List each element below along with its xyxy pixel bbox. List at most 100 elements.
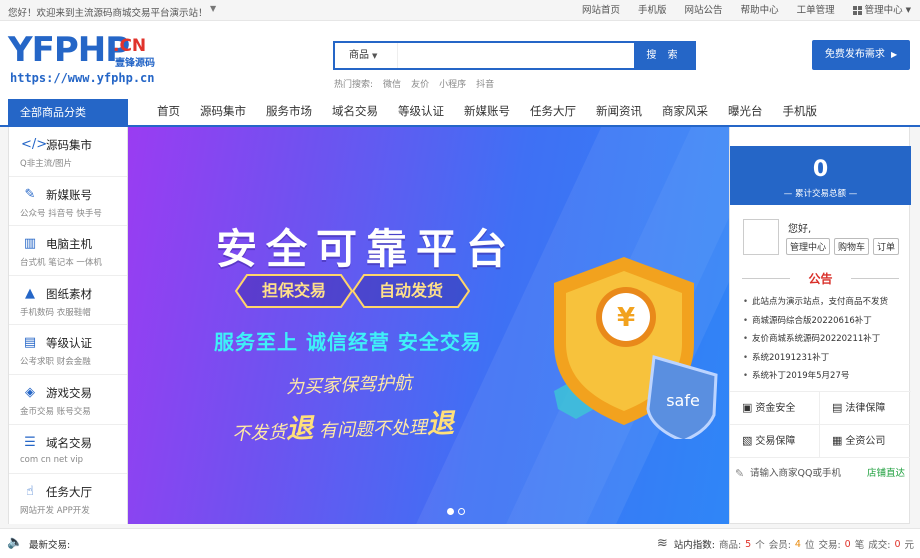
manage-label: 管理中心: [864, 5, 903, 16]
hot-link[interactable]: 友价: [411, 77, 429, 90]
nav-item-service[interactable]: 服务市场: [256, 96, 322, 127]
goods-unit: 个: [755, 540, 765, 551]
search-category-select[interactable]: 商品 ▼: [335, 43, 397, 68]
publish-demand-button[interactable]: 免费发布需求 ▶: [812, 40, 910, 70]
nav-item-home[interactable]: 首页: [147, 96, 190, 127]
cert-icon: ▤: [23, 335, 37, 351]
nav-item-news[interactable]: 新闻资讯: [586, 96, 652, 127]
notice-item[interactable]: 系统补丁2019年5月27号: [742, 367, 907, 386]
nav-item-cert[interactable]: 等级认证: [388, 96, 454, 127]
trade-total-card: 0 — 累计交易总额 —: [730, 146, 911, 205]
guarantee-trade[interactable]: ▧ 交易保障: [730, 425, 820, 458]
avatar[interactable]: [743, 219, 779, 255]
user-buttons: 管理中心 购物车 订单: [786, 238, 900, 255]
welcome-text: 您好！欢迎来到主流源码商城交易平台演示站！: [8, 8, 208, 19]
carousel-dot[interactable]: [447, 508, 454, 515]
nav-item-domain[interactable]: 域名交易: [322, 96, 388, 127]
notice-item[interactable]: 此站点为演示站点，支付商品不发货: [742, 293, 907, 312]
layers-icon: ≋: [656, 536, 668, 551]
caret-down-icon: ▼: [372, 52, 378, 60]
banner-tag: 担保交易: [235, 274, 353, 308]
sidebar-item-title: 域名交易: [46, 435, 92, 450]
nav-item-shops[interactable]: 商家风采: [652, 96, 718, 127]
publish-label: 免费发布需求: [824, 49, 885, 60]
guarantee-label: 法律保障: [845, 403, 886, 414]
notice-item[interactable]: 系统20191231补丁: [742, 349, 907, 368]
guarantee-label: 资金安全: [755, 403, 796, 414]
top-link-home[interactable]: 网站首页: [573, 0, 629, 21]
guarantee-grid: ▣ 资金安全 ▤ 法律保障 ▧ 交易保障 ▦ 全资公司: [730, 391, 911, 458]
site-logo[interactable]: YFPHP .CN 壹锋源码 https://www.yfphp.cn: [8, 33, 158, 91]
shop-direct-link[interactable]: 店铺直达: [867, 459, 905, 489]
nav-item-exposure[interactable]: 曝光台: [718, 96, 773, 127]
top-link-mobile[interactable]: 手机版: [629, 0, 676, 21]
volume-label: 成交:: [868, 540, 891, 551]
shop-lookup-input[interactable]: 请输入商家QQ或手机: [750, 459, 841, 489]
guarantee-funds[interactable]: ▣ 资金安全: [730, 392, 820, 425]
carousel-dot[interactable]: [458, 508, 465, 515]
all-categories-button[interactable]: 全部商品分类: [8, 99, 128, 127]
sidebar-item-sub: 台式机 笔记本 一体机: [20, 258, 102, 269]
sidebar-item-domain[interactable]: ☰ 域名交易 com cn net vip: [9, 425, 127, 475]
guarantee-company[interactable]: ▦ 全资公司: [820, 425, 910, 458]
nav-item-tasks[interactable]: 任务大厅: [520, 96, 586, 127]
coin-symbol: ¥: [617, 303, 635, 333]
nav-item-source[interactable]: 源码集市: [190, 96, 256, 127]
banner-tag: 自动发货: [352, 274, 470, 308]
index-label: 站内指数:: [673, 540, 715, 551]
hero-banner[interactable]: 安全可靠平台 担保交易 自动发货 服务至上 诚信经营 安全交易 为买家保驾护航 …: [128, 127, 729, 524]
footer-bar: 🔈 最新交易: ≋ 站内指数: 商品: 5 个 会员: 4 位 交易: 0 笔 成交: 0 元: [0, 528, 920, 558]
greeting: 您好,: [788, 224, 812, 235]
chart-icon: ▥: [23, 236, 37, 252]
arrow-right-icon: ▶: [891, 50, 898, 59]
guarantee-legal[interactable]: ▤ 法律保障: [820, 392, 910, 425]
notice-item[interactable]: 商城源码综合版20220616补丁: [742, 312, 907, 331]
nav-item-media[interactable]: 新媒账号: [454, 96, 520, 127]
sidebar-item-sub: 手机数码 衣服鞋帽: [20, 307, 91, 318]
top-link-notice[interactable]: 网站公告: [676, 0, 732, 21]
top-link-tickets[interactable]: 工单管理: [788, 0, 844, 21]
logo-cn-sub: 壹锋源码: [115, 58, 155, 69]
sidebar-item-drawings[interactable]: ▲ 图纸素材 手机数码 衣服鞋帽: [9, 276, 127, 326]
banner-slogan: 服务至上 诚信经营 安全交易: [214, 330, 482, 354]
sidebar-item-sub: 公考求职 财会金融: [20, 357, 91, 368]
trade-total-label: — 累计交易总额 —: [783, 189, 858, 199]
hot-link[interactable]: 抖音: [476, 77, 494, 90]
sidebar-item-cert[interactable]: ▤ 等级认证 公考求职 财会金融: [9, 325, 127, 375]
sidebar-item-title: 电脑主机: [46, 237, 92, 252]
shield-icon: ¥ safe: [554, 257, 718, 439]
sidebar-item-title: 新媒账号: [46, 187, 92, 202]
logo-cn: .CN: [113, 36, 147, 56]
sidebar-item-tasks[interactable]: ☝ 任务大厅 网站开发 APP开发: [9, 474, 127, 524]
cart-button[interactable]: 购物车: [834, 238, 870, 255]
search-box: 商品 ▼ 搜 索: [333, 41, 696, 70]
hot-link[interactable]: 微信: [383, 77, 401, 90]
top-bar: 您好！欢迎来到主流源码商城交易平台演示站！ ▼ 网站首页 手机版 网站公告 帮助…: [0, 0, 920, 21]
notice-item[interactable]: 友价商城系统源码20220211补丁: [742, 330, 907, 349]
script-part: 有问题不处理: [312, 417, 428, 443]
sidebar-item-pc[interactable]: ▥ 电脑主机 台式机 笔记本 一体机: [9, 226, 127, 276]
search-input[interactable]: [397, 43, 632, 68]
sidebar-item-source[interactable]: </> 源码集市 Q非主流/图片: [9, 127, 127, 177]
trade-total-value: 0: [812, 157, 829, 182]
sidebar-item-games[interactable]: ◈ 游戏交易 金币交易 账号交易: [9, 375, 127, 425]
top-link-help[interactable]: 帮助中心: [732, 0, 788, 21]
banner-script-line2: 不发货退 有问题不处理退: [231, 401, 454, 448]
volume-unit: 元: [904, 540, 914, 551]
hot-link[interactable]: 小程序: [439, 77, 466, 90]
orders-button[interactable]: 订单: [873, 238, 900, 255]
sidebar-item-sub: 网站开发 APP开发: [20, 506, 90, 517]
sidebar-item-sub: 金币交易 账号交易: [20, 406, 91, 417]
chevron-down-icon[interactable]: ▼: [210, 4, 216, 13]
sidebar-item-media[interactable]: ✎ 新媒账号 公众号 抖音号 快手号: [9, 177, 127, 227]
notice-title: 公告: [742, 270, 899, 287]
guarantee-label: 全资公司: [845, 436, 886, 447]
sidebar-item-sub: Q非主流/图片: [20, 159, 73, 169]
top-link-manage[interactable]: 管理中心 ▼: [844, 0, 920, 21]
manage-center-button[interactable]: 管理中心: [786, 238, 831, 255]
search-button[interactable]: 搜 索: [634, 43, 694, 68]
user-box: 您好, 管理中心 购物车 订单: [730, 205, 911, 265]
nav-item-mobile[interactable]: 手机版: [773, 96, 828, 127]
right-panel: 0 — 累计交易总额 — 您好, 管理中心 购物车 订单 公告 此站点为演示站点…: [729, 127, 911, 524]
header: YFPHP .CN 壹锋源码 https://www.yfphp.cn 商品 ▼ …: [0, 21, 920, 96]
